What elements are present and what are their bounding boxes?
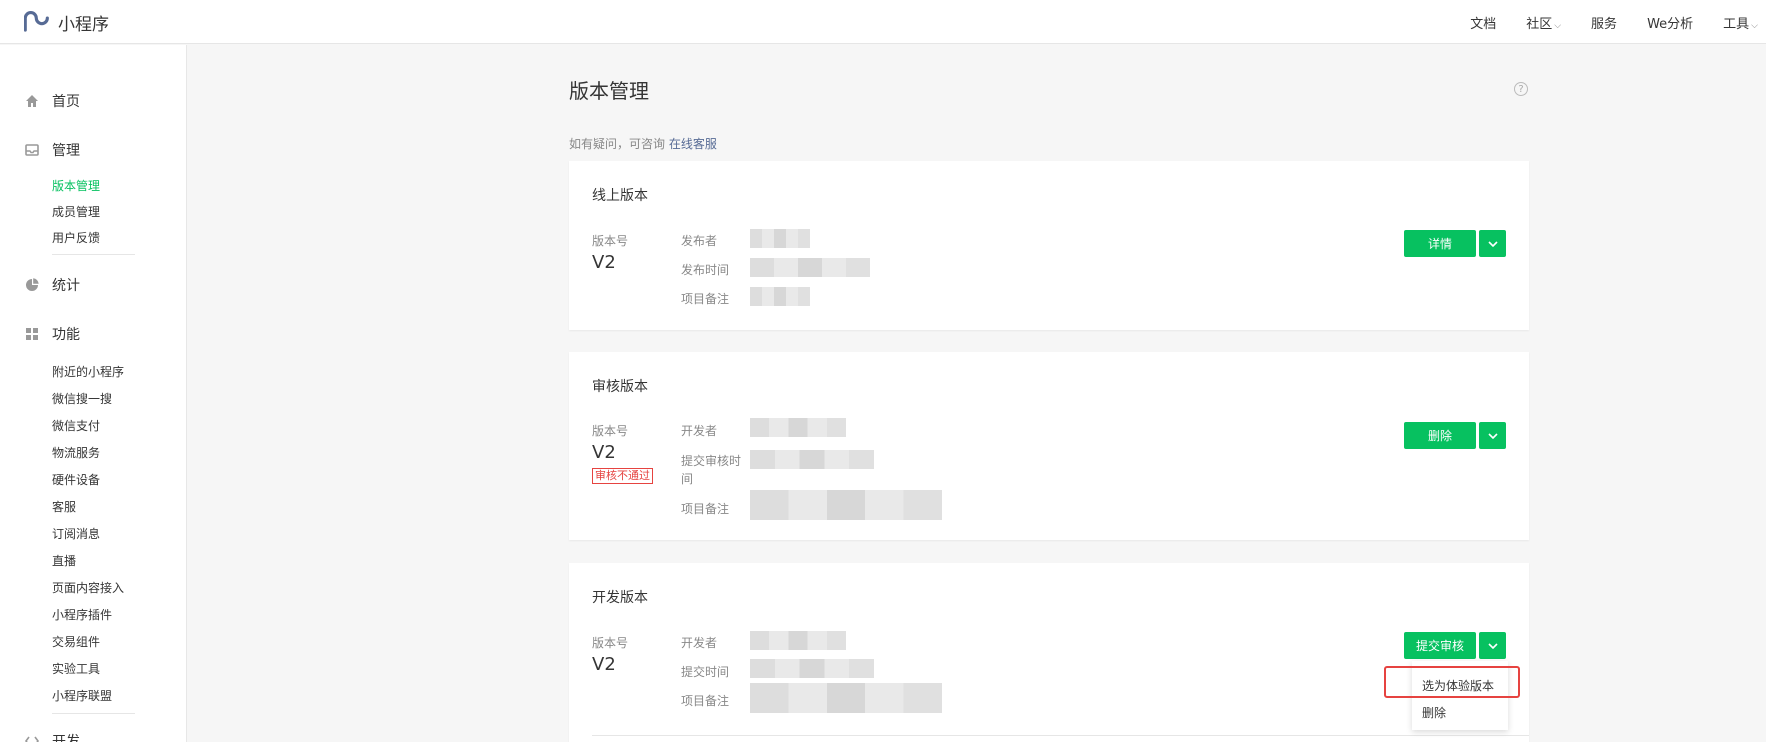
card-divider: [592, 735, 1529, 736]
version-actions-dropdown: 选为体验版本 删除: [1412, 661, 1508, 730]
remark-label: 项目备注: [681, 502, 730, 516]
sidebar-item-trade-components[interactable]: 交易组件: [52, 633, 100, 650]
code-icon: [24, 733, 40, 742]
sidebar-item-experiment-tools[interactable]: 实验工具: [52, 660, 100, 677]
sidebar-divider: [52, 254, 135, 255]
set-as-experience-version-item[interactable]: 选为体验版本: [1422, 677, 1494, 694]
redacted-value: [750, 229, 810, 248]
grid-icon: [24, 326, 40, 342]
delete-version-item[interactable]: 删除: [1422, 704, 1446, 721]
sidebar-item-live[interactable]: 直播: [52, 552, 76, 569]
developer-label: 开发者: [681, 636, 718, 650]
remark-label: 项目备注: [681, 292, 730, 306]
chevron-down-icon: [1487, 432, 1498, 439]
chevron-down-icon: ⌵: [1554, 20, 1562, 31]
redacted-value: [750, 258, 870, 277]
sidebar-item-customer-service[interactable]: 客服: [52, 498, 76, 515]
publisher-label: 发布者: [681, 234, 718, 248]
version-number: V2: [592, 252, 616, 273]
sidebar-item-stats[interactable]: 统计: [24, 275, 80, 295]
chevron-down-icon: ⌵: [1751, 20, 1758, 31]
sidebar-item-features[interactable]: 功能: [24, 324, 80, 344]
develop-version-card: 开发版本 版本号 V2 开发者 提交时间 项目备注 提交审核: [569, 563, 1529, 742]
sidebar-item-hardware[interactable]: 硬件设备: [52, 471, 100, 488]
nav-community[interactable]: 社区 ⌵: [1526, 13, 1561, 32]
redacted-value: [750, 683, 942, 713]
redacted-value: [750, 418, 846, 437]
consult-prefix: 如有疑问，可咨询: [569, 137, 666, 151]
submit-review-time-label: 提交审核时: [681, 454, 742, 468]
sidebar-item-plugins[interactable]: 小程序插件: [52, 606, 112, 623]
more-dropdown-button[interactable]: [1479, 632, 1506, 659]
sidebar-item-page-content-access[interactable]: 页面内容接入: [52, 579, 124, 596]
version-label: 版本号: [592, 424, 629, 438]
chevron-down-icon: [1487, 642, 1498, 649]
more-dropdown-button[interactable]: [1479, 422, 1506, 449]
nav-tools-label: 工具: [1723, 16, 1750, 32]
sidebar-item-member-management[interactable]: 成员管理: [52, 203, 100, 220]
pie-chart-icon: [24, 277, 40, 293]
nav-docs[interactable]: 文档: [1470, 13, 1496, 32]
sidebar-item-label: 首页: [52, 94, 80, 110]
logo-text: 小程序: [58, 14, 109, 35]
sidebar-item-label: 统计: [52, 278, 80, 294]
card-title: 线上版本: [592, 188, 648, 204]
nav-tools[interactable]: 工具 ⌵: [1723, 13, 1758, 32]
page-title: 版本管理: [569, 79, 649, 103]
chevron-down-icon: [1487, 240, 1498, 247]
sidebar-item-manage[interactable]: 管理: [24, 140, 80, 160]
sidebar-item-alliance[interactable]: 小程序联盟: [52, 687, 112, 704]
redacted-value: [750, 631, 846, 650]
consult-hint: 如有疑问，可咨询 在线客服: [569, 135, 717, 152]
online-version-card: 线上版本 版本号 V2 发布者 发布时间 项目备注 详情: [569, 161, 1529, 330]
card-title: 开发版本: [592, 590, 648, 606]
more-dropdown-button[interactable]: [1479, 230, 1506, 257]
mini-program-logo-icon: [24, 11, 49, 32]
sidebar-item-logistics[interactable]: 物流服务: [52, 444, 100, 461]
sidebar-divider: [52, 713, 135, 714]
sidebar-item-label: 管理: [52, 143, 80, 159]
help-icon[interactable]: ?: [1514, 82, 1528, 96]
top-header: 小程序 文档 社区 ⌵ 服务 We分析 工具 ⌵: [0, 0, 1766, 44]
delete-button[interactable]: 删除: [1404, 422, 1476, 449]
review-version-card: 审核版本 版本号 V2 审核不通过 开发者 提交审核时 间 项目备注 删除: [569, 352, 1529, 540]
nav-services[interactable]: 服务: [1591, 13, 1617, 32]
sidebar-item-label: 功能: [52, 327, 80, 343]
sidebar: 首页 管理 版本管理 成员管理 用户反馈 统计 功能 附近的小程序 微信搜一搜 …: [0, 45, 187, 742]
nav-community-label: 社区: [1526, 16, 1553, 32]
sidebar-item-version-management[interactable]: 版本管理: [52, 177, 100, 194]
redacted-value: [750, 287, 810, 306]
version-number: V2: [592, 654, 616, 675]
sidebar-item-wechat-pay[interactable]: 微信支付: [52, 417, 100, 434]
sidebar-item-user-feedback[interactable]: 用户反馈: [52, 229, 100, 246]
online-service-link[interactable]: 在线客服: [669, 137, 717, 151]
sidebar-item-wechat-search[interactable]: 微信搜一搜: [52, 390, 112, 407]
sidebar-item-develop[interactable]: 开发: [24, 731, 80, 742]
status-badge: 审核不通过: [592, 468, 653, 484]
version-label: 版本号: [592, 234, 629, 248]
details-button[interactable]: 详情: [1404, 230, 1476, 257]
home-icon: [24, 93, 40, 109]
sidebar-item-subscription-messages[interactable]: 订阅消息: [52, 525, 100, 542]
redacted-value: [750, 450, 874, 469]
nav-we-analytics[interactable]: We分析: [1647, 13, 1693, 32]
version-label: 版本号: [592, 636, 629, 650]
publish-time-label: 发布时间: [681, 263, 730, 277]
sidebar-item-nearby-mini-programs[interactable]: 附近的小程序: [52, 363, 124, 380]
inbox-icon: [24, 142, 40, 158]
submit-review-button[interactable]: 提交审核: [1404, 632, 1476, 659]
developer-label: 开发者: [681, 424, 718, 438]
logo[interactable]: 小程序: [24, 9, 109, 35]
redacted-value: [750, 659, 874, 678]
sidebar-item-home[interactable]: 首页: [24, 91, 80, 111]
card-title: 审核版本: [592, 379, 648, 395]
submit-time-label: 提交时间: [681, 665, 730, 679]
submit-review-time-label-cont: 间: [681, 472, 694, 486]
redacted-value: [750, 490, 942, 520]
sidebar-item-label: 开发: [52, 734, 80, 742]
version-number: V2: [592, 442, 616, 463]
top-nav: 文档 社区 ⌵ 服务 We分析 工具 ⌵: [1470, 0, 1766, 44]
remark-label: 项目备注: [681, 694, 730, 708]
